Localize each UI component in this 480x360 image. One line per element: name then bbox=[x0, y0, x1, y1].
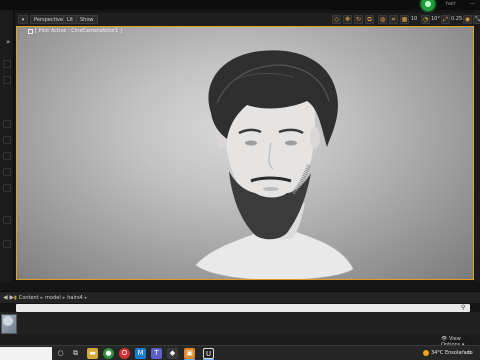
rotation-snap-value[interactable]: 10° bbox=[431, 15, 440, 24]
opera-icon[interactable]: O bbox=[119, 348, 130, 359]
unreal-engine-icon[interactable]: U bbox=[203, 348, 214, 359]
asset-search-input[interactable] bbox=[16, 304, 470, 312]
content-browser-path-bar: ◀ ▶ ▮ Content ▸ model ▸ hairs4 ▸ bbox=[0, 291, 480, 303]
pilot-active-label: [ Pilot Active - CineCameraActor1 ] bbox=[35, 28, 122, 34]
panel-item-icon[interactable] bbox=[3, 60, 11, 68]
unreal-game-icon[interactable]: ▣ bbox=[184, 348, 195, 359]
asset-preview-icon bbox=[3, 316, 13, 326]
scale-icon[interactable]: ⧉ bbox=[365, 15, 374, 24]
weather-sun-icon bbox=[423, 350, 429, 356]
content-browser-footer bbox=[0, 335, 480, 345]
scale-snap-icon[interactable]: ⤢ bbox=[441, 15, 450, 24]
window-title: hair bbox=[446, 1, 456, 7]
title-bar: hair — bbox=[0, 0, 480, 11]
panel-item-icon[interactable] bbox=[3, 152, 11, 160]
minimize-icon[interactable]: — bbox=[470, 1, 475, 7]
scale-snap-value[interactable]: 0.25 bbox=[451, 15, 462, 24]
grid-snap-value[interactable]: 10 bbox=[411, 15, 417, 24]
asset-grid bbox=[0, 312, 480, 335]
select-mode-icon[interactable]: ◇ bbox=[332, 15, 341, 24]
panel-item-icon[interactable] bbox=[3, 120, 11, 128]
breadcrumb-separator-icon: ▸ bbox=[62, 295, 66, 301]
world-space-icon[interactable]: ◍ bbox=[378, 15, 387, 24]
panel-item-icon[interactable] bbox=[3, 216, 11, 224]
windows-taskbar: ○ ⧉ ▬ ● O M T ◆ ▣ U 34°C Ensolarado ⌃ ▭ bbox=[0, 345, 480, 360]
breadcrumb-item[interactable]: hairs4 bbox=[67, 295, 82, 301]
breadcrumb-item[interactable]: Content bbox=[19, 295, 39, 301]
surface-snap-icon[interactable]: ⌗ bbox=[389, 15, 398, 24]
translate-icon[interactable]: ✥ bbox=[343, 15, 352, 24]
perspective-button[interactable]: Perspective bbox=[30, 15, 67, 24]
unreal-editor-window: hair — » ▾ Perspective Lit Show ◇ ✥ ↻ ⧉ … bbox=[0, 0, 480, 360]
taskbar-search-box[interactable] bbox=[0, 347, 52, 360]
search-icon[interactable]: ⚲ bbox=[461, 304, 465, 312]
viewport-options-button[interactable]: ▾ bbox=[18, 15, 28, 24]
history-nav-icon[interactable]: ◀ ▶ bbox=[3, 294, 14, 302]
breadcrumb-item[interactable]: model bbox=[45, 295, 61, 301]
chrome-icon[interactable]: ● bbox=[103, 348, 114, 359]
panel-item-icon[interactable] bbox=[3, 168, 11, 176]
right-panel bbox=[474, 10, 480, 282]
maximize-viewport-icon[interactable]: ⤡ bbox=[473, 15, 480, 24]
viewport-toolbar: ▾ Perspective Lit Show ◇ ✥ ↻ ⧉ ◍ ⌗ ▦ 10 … bbox=[16, 13, 480, 26]
show-button[interactable]: Show bbox=[76, 15, 98, 24]
pilot-icon bbox=[28, 29, 33, 34]
character-head-model[interactable] bbox=[181, 43, 361, 280]
status-indicator-icon[interactable] bbox=[421, 0, 435, 11]
teams-icon[interactable]: T bbox=[151, 348, 162, 359]
rotate-icon[interactable]: ↻ bbox=[354, 15, 363, 24]
rotation-snap-icon[interactable]: ◔ bbox=[421, 15, 430, 24]
level-viewport[interactable]: [ Pilot Active - CineCameraActor1 ] bbox=[16, 26, 474, 280]
search-icon[interactable]: ○ bbox=[55, 348, 66, 359]
breadcrumb-separator-icon: ▸ bbox=[40, 295, 44, 301]
system-tray-icon[interactable]: ⌃ ▭ bbox=[461, 349, 472, 358]
panel-item-icon[interactable] bbox=[3, 184, 11, 192]
file-explorer-icon[interactable]: ▬ bbox=[87, 348, 98, 359]
breadcrumb-separator-icon: ▸ bbox=[84, 295, 88, 301]
camera-speed-icon[interactable]: ◉ bbox=[463, 15, 472, 24]
left-panel: » bbox=[0, 10, 14, 282]
sticky-notes-icon[interactable]: M bbox=[135, 348, 146, 359]
task-view-icon[interactable]: ⧉ bbox=[70, 348, 81, 359]
panel-item-icon[interactable] bbox=[3, 240, 11, 248]
grid-snap-icon[interactable]: ▦ bbox=[400, 15, 409, 24]
folder-icon: ▮ bbox=[14, 295, 17, 301]
panel-item-icon[interactable] bbox=[3, 76, 11, 84]
breadcrumb: ▮ Content ▸ model ▸ hairs4 ▸ bbox=[14, 294, 89, 302]
panel-item-icon[interactable] bbox=[3, 136, 11, 144]
expand-panel-icon[interactable]: » bbox=[6, 38, 10, 46]
unreal-project-icon[interactable]: ◆ bbox=[167, 348, 178, 359]
